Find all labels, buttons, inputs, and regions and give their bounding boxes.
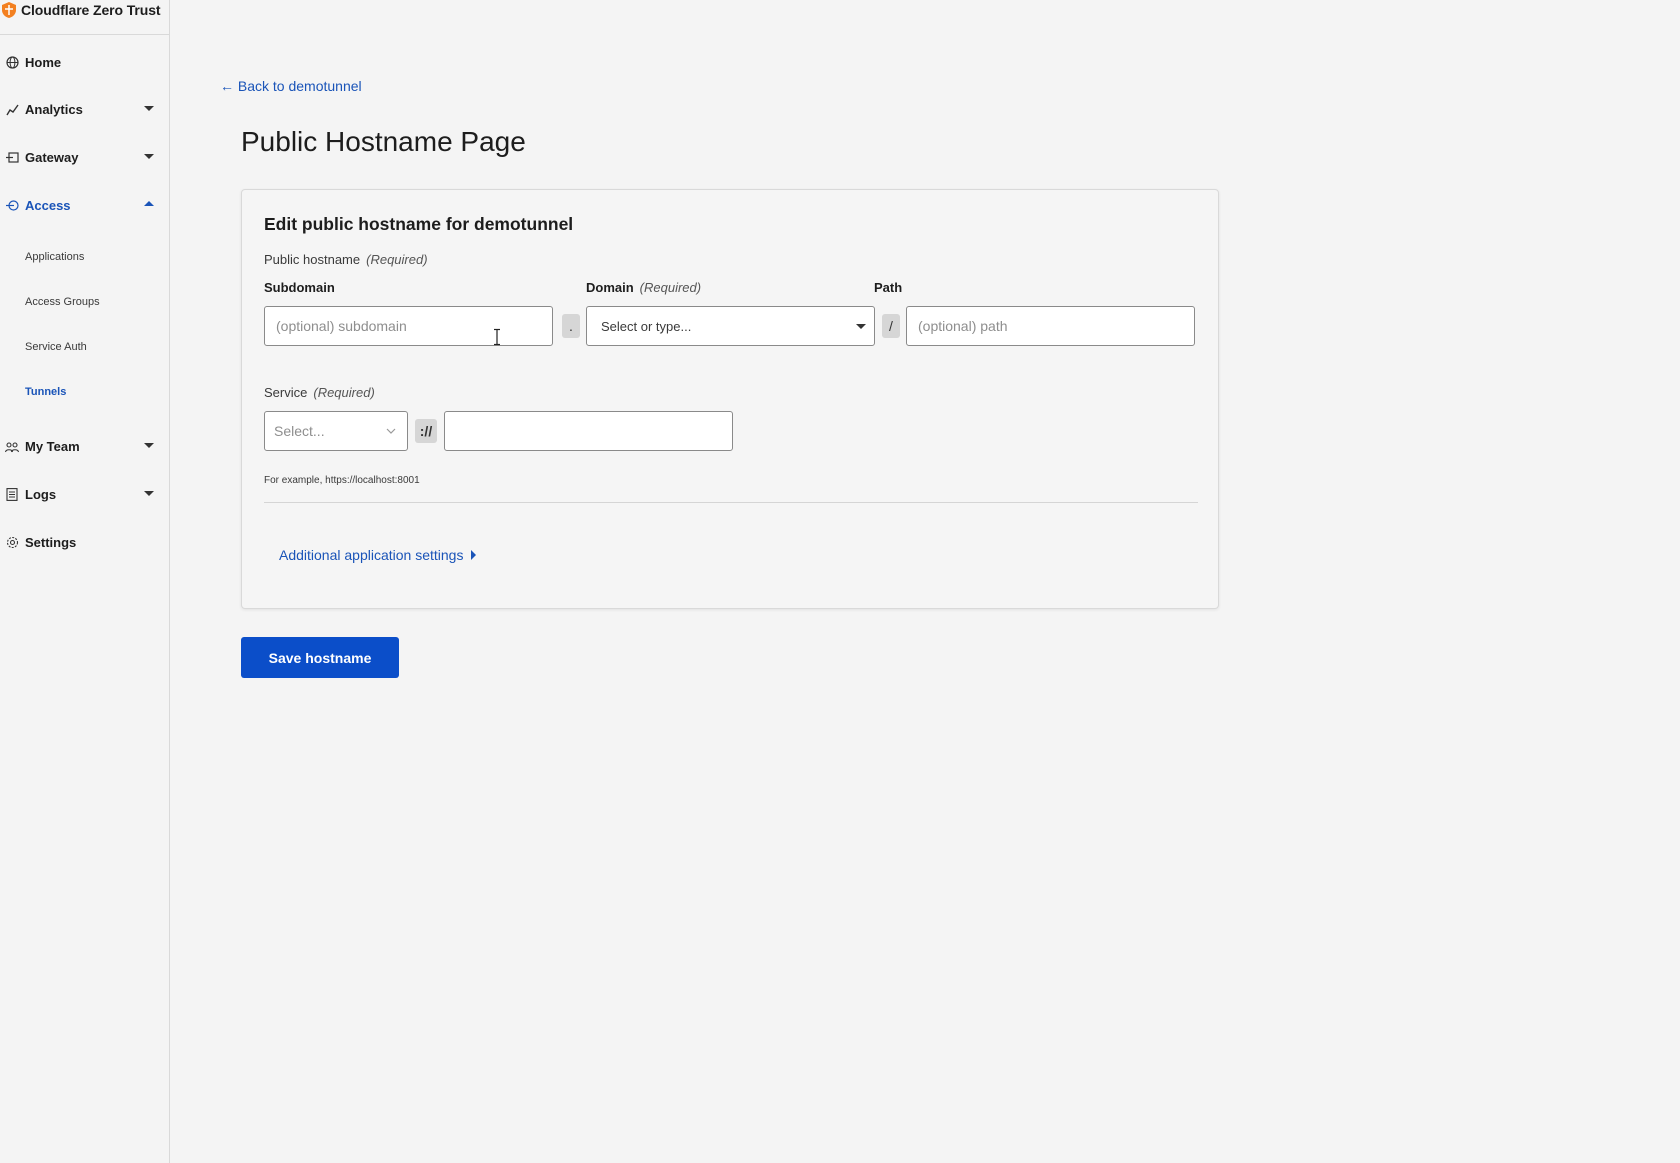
sidebar-item-gateway[interactable]: Gateway [0,142,170,172]
chevron-down-icon [144,491,154,496]
required-marker: (Required) [639,280,702,295]
service-label: Service (Required) [264,385,375,400]
domain-select-placeholder: Select or type... [601,318,692,334]
sidebar-item-analytics[interactable]: Analytics [0,94,170,124]
divider [264,502,1198,503]
chevron-up-icon [144,201,154,206]
public-hostname-label: Public hostname (Required) [264,252,428,267]
gateway-icon [5,150,19,164]
chevron-down-icon [144,443,154,448]
sidebar: Cloudflare Zero Trust Home Analytics Gat… [0,0,170,1163]
service-url-input[interactable] [444,411,733,451]
domain-label: Domain (Required) [586,280,701,295]
sidebar-item-my-team[interactable]: My Team [0,431,170,461]
sidebar-item-home[interactable]: Home [0,47,170,77]
save-hostname-button[interactable]: Save hostname [241,637,399,678]
logs-icon [5,487,19,501]
scheme-separator: :// [415,419,437,443]
sidebar-item-label: Analytics [25,101,83,117]
subdomain-label: Subdomain [264,280,335,295]
back-to-tunnel-link[interactable]: ← Back to demotunnel [220,78,362,94]
service-label-text: Service [264,385,308,400]
dropdown-arrow-icon [856,324,866,329]
chevron-down-icon [144,154,154,159]
caret-right-icon [471,550,477,560]
path-label: Path [874,280,903,295]
sidebar-item-settings[interactable]: Settings [0,527,170,557]
required-marker: (Required) [313,385,375,400]
sidebar-subitem-applications[interactable]: Applications [25,251,84,263]
sidebar-item-logs[interactable]: Logs [0,479,170,509]
slash-separator: / [882,314,900,338]
sidebar-subitem-service-auth[interactable]: Service Auth [25,341,87,353]
dot-separator: . [562,314,580,338]
gear-icon [5,535,19,549]
sidebar-subitem-tunnels[interactable]: Tunnels [25,386,66,398]
sidebar-item-access[interactable]: Access [0,190,170,220]
chevron-down-icon [144,106,154,111]
sidebar-item-label: Settings [25,534,77,550]
service-example-hint: For example, https://localhost:8001 [264,475,420,486]
analytics-icon [5,102,19,116]
additional-settings-label: Additional application settings [279,547,464,563]
path-input[interactable] [906,306,1195,346]
team-icon [5,439,19,453]
card-title: Edit public hostname for demotunnel [264,214,574,234]
domain-select[interactable]: Select or type... [586,306,875,346]
page-title: Public Hostname Page [241,126,526,157]
edit-hostname-card: Edit public hostname for demotunnel Publ… [241,189,1219,609]
sidebar-item-label: Gateway [25,149,79,165]
globe-icon [5,55,19,69]
chevron-down-icon [386,428,396,434]
sidebar-item-label: Access [25,197,71,213]
service-type-placeholder: Select... [274,423,325,439]
service-type-select[interactable]: Select... [264,411,408,451]
additional-settings-toggle[interactable]: Additional application settings [279,547,477,563]
sidebar-subitem-access-groups[interactable]: Access Groups [25,296,100,308]
public-hostname-label-text: Public hostname [264,252,361,267]
text-cursor-icon [494,328,500,346]
domain-label-text: Domain [586,280,634,295]
subdomain-input[interactable] [264,306,553,346]
cloudflare-logo-icon [2,2,16,18]
access-icon [5,198,19,212]
app-title: Cloudflare Zero Trust [21,2,161,18]
brand-header[interactable]: Cloudflare Zero Trust [0,0,169,35]
sidebar-item-label: Home [25,54,62,70]
required-marker: (Required) [366,252,428,267]
sidebar-item-label: Logs [25,486,57,502]
sidebar-item-label: My Team [25,438,80,454]
